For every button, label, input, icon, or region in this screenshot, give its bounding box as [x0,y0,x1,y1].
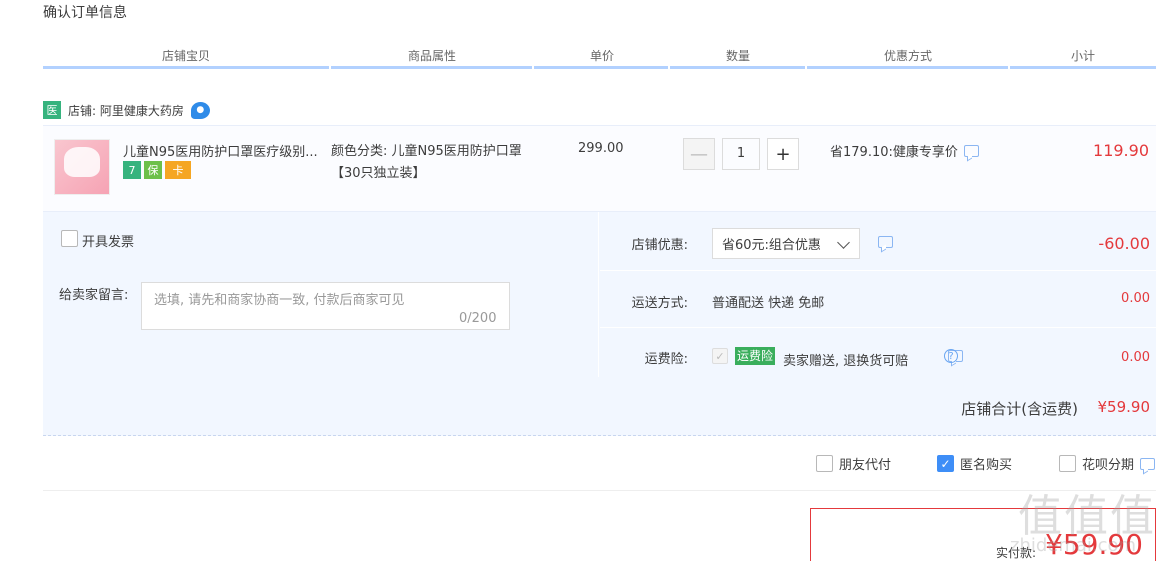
shop-discount-label: 店铺优惠: [631,238,688,253]
shop-line: 医 店铺: 阿里健康大药房 ● [43,100,210,120]
anonymous-purchase-label[interactable]: 匿名购买 [960,454,1012,473]
shipping-value: 普通配送 快递 免邮 [712,296,825,311]
cart-item-row [43,125,1156,212]
shipping-label: 运送方式: [631,296,688,311]
comment-icon[interactable] [963,144,979,157]
watermark-url: zhidemai.com [1010,535,1137,556]
shipping-amount: 0.00 [1121,291,1150,306]
header-underline [807,66,1008,69]
unit-price: 299.00 [578,141,624,156]
invoice-label[interactable]: 开具发票 [82,231,134,250]
item-subtotal: 119.90 [1093,141,1149,160]
comment-icon[interactable] [1140,457,1156,470]
invoice-checkbox[interactable] [61,230,78,247]
header-underline [1010,66,1156,69]
comment-icon[interactable] [878,236,893,248]
huabei-installment-label[interactable]: 花呗分期 [1082,454,1134,473]
friend-pay-label[interactable]: 朋友代付 [839,454,891,473]
credit-card-icon[interactable]: 卡 [165,161,191,179]
header-discount: 优惠方式 [883,49,932,63]
chevron-down-icon [837,236,850,249]
page-title: 确认订单信息 [43,5,127,21]
message-label: 给卖家留言: [59,288,129,303]
header-underline [331,66,532,69]
product-title[interactable]: 儿童N95医用防护口罩医疗级别... [123,141,318,160]
shop-discount-selected: 省60元:组合优惠 [722,238,821,253]
quantity-increase-button[interactable]: + [767,138,799,170]
product-thumbnail-mask-graphic [64,147,100,177]
huabei-installment-checkbox[interactable] [1059,455,1076,472]
insurance-text: 卖家赠送, 退换货可赔 [783,354,909,369]
quantity-stepper: — 1 + [683,138,799,170]
section-separator [43,490,1156,491]
friend-pay-checkbox[interactable] [816,455,833,472]
header-unit-price: 单价 [589,49,614,63]
shop-total-label: 店铺合计(含运费) [961,400,1078,418]
discount-text: 省179.10:健康专享价 [830,145,958,160]
huabei-installment-option[interactable]: 花呗分期 [1059,454,1156,473]
header-quantity: 数量 [725,49,750,63]
shop-total-value: ¥59.90 [1097,398,1151,416]
quantity-decrease-button[interactable]: — [683,138,715,170]
anonymous-purchase-option[interactable]: ✓ 匿名购买 [937,454,1012,473]
insurance-tag: 运费险 [735,347,776,365]
shop-discount-select[interactable]: 省60元:组合优惠 [712,228,860,259]
seven-day-return-icon[interactable]: 7 [123,161,141,179]
product-badges: 7 保 卡 [123,161,191,179]
shop-discount-amount: -60.00 [1098,234,1150,253]
insurance-label: 运费险: [644,352,688,367]
header-underline [670,66,805,69]
header-shop-item: 店铺宝贝 [161,49,210,63]
message-char-counter: 0/200 [459,311,497,326]
shop-name[interactable]: 店铺: 阿里健康大药房 [68,102,184,119]
header-underline [43,66,329,69]
header-subtotal: 小计 [1070,49,1095,63]
friend-pay-option[interactable]: 朋友代付 [816,454,891,473]
product-attribute: 颜色分类: 儿童N95医用防护口罩【30只独立装】 [331,144,522,181]
discount-method: 省179.10:健康专享价 [830,141,979,160]
help-icon[interactable]: ? [944,349,958,363]
message-placeholder: 选填, 请先和商家协商一致, 付款后商家可见 [154,293,405,308]
pharmacy-icon: 医 [43,101,61,119]
wangwang-chat-icon[interactable]: ● [190,101,210,119]
quantity-input[interactable]: 1 [722,138,760,170]
insurance-checkbox-disabled: ✓ [712,348,728,364]
guarantee-icon[interactable]: 保 [144,161,162,179]
header-attribute: 商品属性 [407,49,456,63]
insurance-amount: 0.00 [1121,350,1150,365]
header-underline [534,66,668,69]
anonymous-purchase-checkbox[interactable]: ✓ [937,455,954,472]
